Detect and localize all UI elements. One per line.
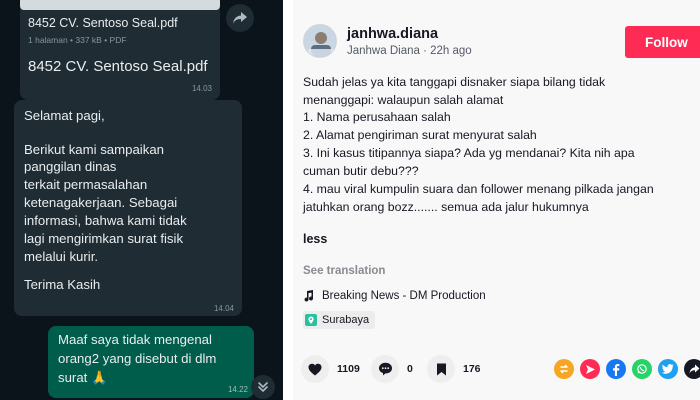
caption-line: 3. Ini kasus titipannya siapa? Ada yg me…	[303, 146, 635, 160]
forward-button[interactable]	[226, 4, 254, 32]
location-tag[interactable]: Surabaya	[303, 311, 376, 329]
post-author-time: Janhwa Diana · 22h ago	[347, 45, 472, 57]
location-pin-icon	[305, 313, 317, 326]
send-icon	[585, 364, 595, 374]
post-panel: janhwa.diana Janhwa Diana · 22h ago Foll…	[293, 0, 700, 400]
whatsapp-icon	[637, 364, 647, 374]
see-translation-link[interactable]: See translation	[303, 265, 385, 277]
like-icon-wrap	[301, 355, 329, 383]
message-line: Maaf saya tidak mengenal	[58, 332, 212, 347]
outgoing-message[interactable]: Maaf saya tidak mengenal orang2 yang dis…	[48, 326, 254, 398]
like-count: 1109	[337, 363, 360, 375]
double-chevron-down-icon	[258, 382, 268, 393]
document-message[interactable]: 8452 CV. Sentoso Seal.pdf 1 halaman • 33…	[20, 0, 220, 100]
message-line: ketenagakerjaan. Sebagai	[24, 195, 178, 210]
caption-line: cuman butir debu???	[303, 164, 419, 178]
message-time: 14.22	[227, 385, 248, 394]
document-preview	[20, 0, 220, 10]
caption-line: menanggapi: walaupun salah alamat	[303, 93, 504, 107]
save-icon-wrap	[427, 355, 455, 383]
incoming-message[interactable]: Selamat pagi, Berikut kami sampaikan pan…	[14, 100, 242, 316]
scroll-down-button[interactable]	[251, 375, 275, 399]
like-button[interactable]: 1109	[301, 355, 360, 383]
panel-divider	[283, 0, 293, 400]
whatsapp-share-button[interactable]	[632, 359, 652, 379]
heart-icon	[308, 363, 322, 375]
facebook-share-button[interactable]	[606, 359, 626, 379]
message-line: surat 🙏	[58, 370, 108, 385]
more-share-button[interactable]	[684, 359, 700, 379]
follow-button[interactable]: Follow	[625, 26, 700, 58]
caption-line: jatuhkan orang bozz....... semua ada jal…	[303, 200, 589, 214]
message-line: lagi mengirimkan surat fisik	[24, 231, 184, 246]
less-link[interactable]: less	[303, 232, 327, 246]
message-line: panggilan dinas	[24, 159, 117, 174]
document-filename: 8452 CV. Sentoso Seal.pdf	[28, 16, 178, 30]
caption-line: Sudah jelas ya kita tanggapi disnaker si…	[303, 75, 606, 89]
message-line: Berikut kami sampaikan	[24, 142, 164, 157]
message-line: Selamat pagi,	[24, 108, 105, 123]
caption-line: 1. Nama perusahaan salah	[303, 110, 451, 124]
avatar-image	[304, 25, 336, 57]
comment-icon	[378, 362, 392, 376]
comment-button[interactable]: 0	[371, 355, 413, 383]
document-file-row[interactable]: 8452 CV. Sentoso Seal.pdf 1 halaman • 33…	[28, 12, 214, 50]
music-title: Breaking News - DM Production	[322, 290, 486, 302]
twitter-share-button[interactable]	[658, 359, 678, 379]
music-link[interactable]: Breaking News - DM Production	[303, 288, 486, 304]
avatar[interactable]	[303, 24, 337, 58]
post-username[interactable]: janhwa.diana	[347, 26, 438, 42]
message-line: melalui kurir.	[24, 249, 99, 264]
chat-screenshot: 8452 CV. Sentoso Seal.pdf 1 halaman • 33…	[0, 0, 283, 400]
repost-button[interactable]	[554, 359, 574, 379]
message-time: 14.04	[213, 304, 234, 313]
repost-icon	[560, 364, 568, 374]
message-line: orang2 yang disebut di dlm	[58, 351, 217, 366]
document-caption: 8452 CV. Sentoso Seal.pdf	[28, 58, 208, 75]
message-line: informasi, bahwa kami tidak	[24, 213, 187, 228]
save-count: 176	[463, 363, 481, 375]
forward-arrow-icon	[233, 12, 247, 24]
share-arrow-icon	[689, 364, 699, 374]
caption-line: 4. mau viral kumpulin suara dan follower…	[303, 182, 654, 196]
location-name: Surabaya	[322, 314, 370, 326]
message-time: 14.03	[191, 84, 212, 93]
music-note-icon	[304, 290, 314, 302]
comment-count: 0	[407, 363, 413, 375]
twitter-icon	[662, 364, 674, 374]
message-line: Terima Kasih	[24, 277, 101, 292]
facebook-icon	[613, 363, 620, 376]
bookmark-icon	[436, 363, 446, 375]
comment-icon-wrap	[371, 355, 399, 383]
save-button[interactable]: 176	[427, 355, 481, 383]
send-button[interactable]	[580, 359, 600, 379]
message-line: terkait permasalahan	[24, 177, 148, 192]
caption-line: 2. Alamat pengiriman surat menyurat sala…	[303, 128, 537, 142]
document-meta: 1 halaman • 337 kB • PDF	[28, 35, 127, 45]
